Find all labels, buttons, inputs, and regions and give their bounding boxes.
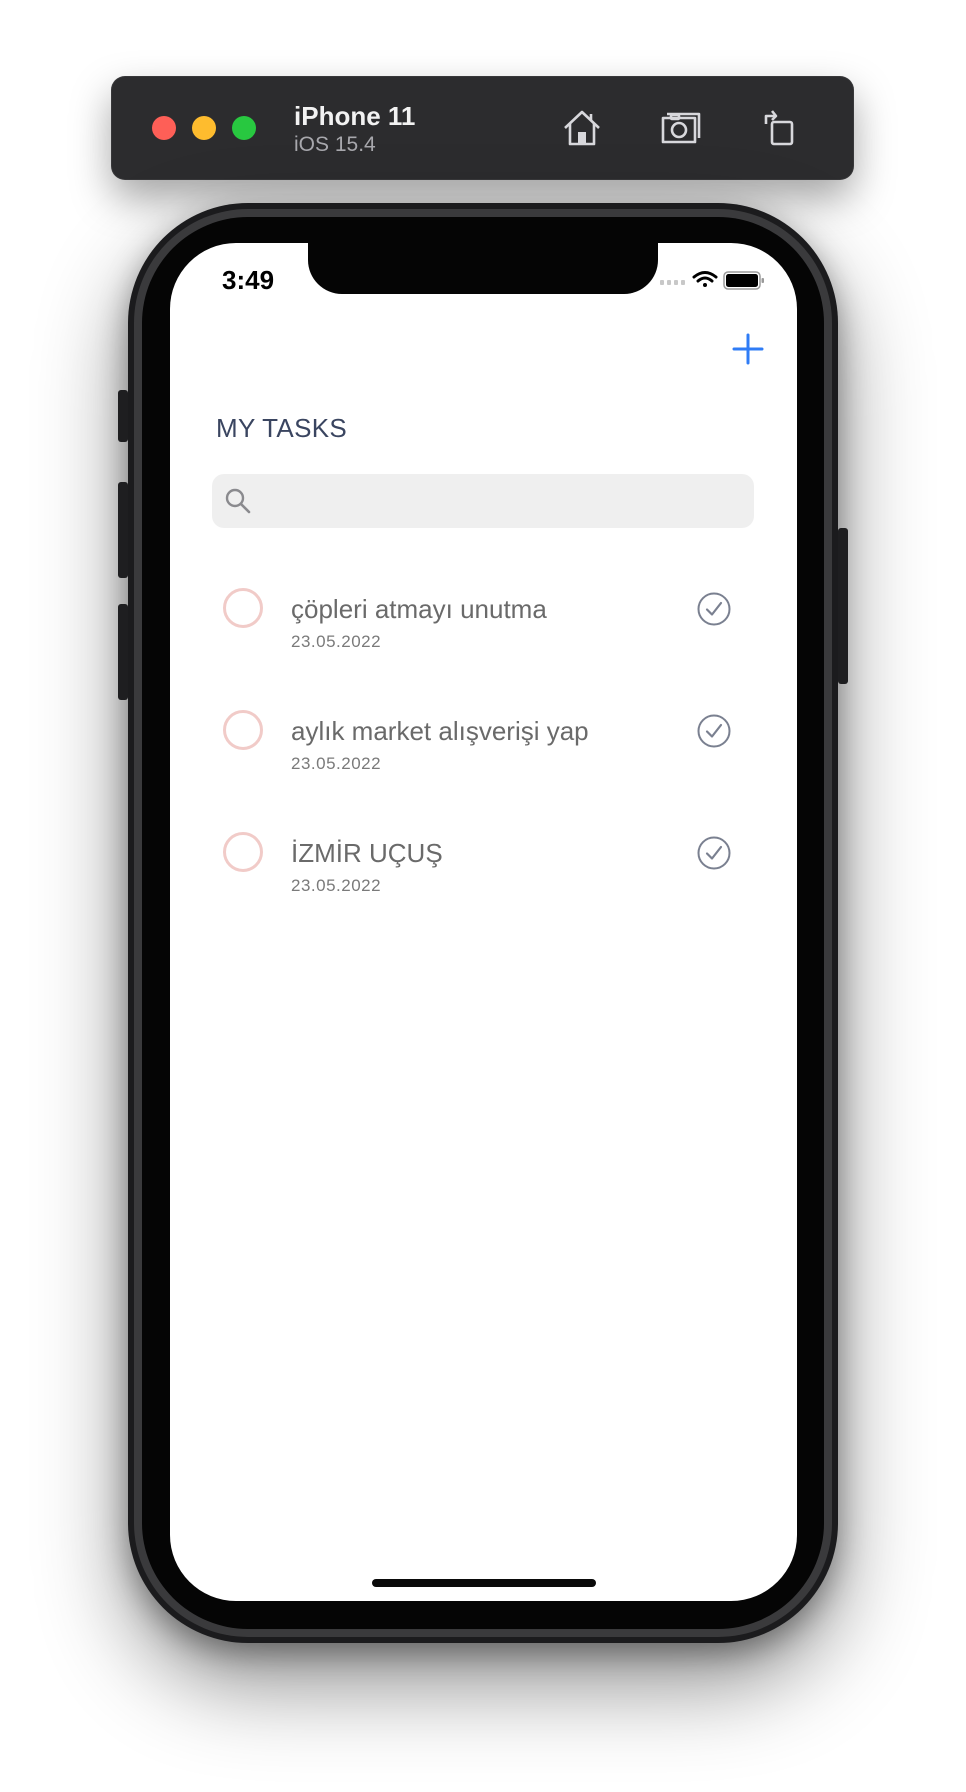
minimize-window-button[interactable] (192, 116, 216, 140)
simulator-toolbar: iPhone 11 iOS 15.4 (111, 76, 854, 180)
task-row[interactable]: aylık market alışverişi yap 23.05.2022 (170, 710, 797, 810)
task-title: çöpleri atmayı unutma (291, 594, 547, 624)
task-row[interactable]: çöpleri atmayı unutma 23.05.2022 (170, 588, 797, 688)
search-input[interactable] (262, 474, 744, 530)
volume-down-button (118, 604, 128, 700)
checkmark-circle-icon (697, 592, 731, 626)
ring-switch (118, 390, 128, 442)
task-date: 23.05.2022 (291, 632, 382, 651)
home-indicator[interactable] (372, 1579, 596, 1587)
checkmark-circle-icon (697, 836, 731, 870)
task-status-circle[interactable] (223, 710, 263, 750)
task-title: aylık market alışverişi yap (291, 716, 589, 746)
screenshot-icon[interactable] (657, 104, 705, 152)
rotate-icon[interactable] (756, 104, 804, 152)
status-icons (660, 269, 780, 291)
plus-icon (732, 333, 764, 365)
task-date: 23.05.2022 (291, 876, 382, 895)
battery-icon (723, 271, 764, 290)
phone-screen: 3:49 MY TASKS çöpleri atmayı unutma 23.0… (170, 243, 797, 1601)
wifi-icon (692, 271, 718, 287)
task-status-circle[interactable] (223, 588, 263, 628)
page-title: MY TASKS (216, 413, 348, 443)
task-date: 23.05.2022 (291, 754, 382, 773)
complete-task-button[interactable] (696, 713, 732, 749)
task-row[interactable]: İZMİR UÇUŞ 23.05.2022 (170, 832, 797, 932)
home-icon[interactable] (558, 104, 606, 152)
power-button (838, 528, 848, 684)
task-title: İZMİR UÇUŞ (291, 838, 443, 868)
zoom-window-button[interactable] (232, 116, 256, 140)
notch (308, 243, 658, 294)
device-name: iPhone 11 (294, 101, 416, 131)
status-time: 3:49 (222, 265, 275, 295)
volume-up-button (118, 482, 128, 578)
search-bar[interactable] (212, 474, 754, 530)
complete-task-button[interactable] (696, 835, 732, 871)
checkmark-circle-icon (697, 714, 731, 748)
search-icon (225, 488, 251, 514)
task-status-circle[interactable] (223, 832, 263, 872)
os-version: iOS 15.4 (294, 133, 376, 156)
add-task-button[interactable] (730, 331, 766, 367)
cellular-icon (660, 280, 685, 285)
close-window-button[interactable] (152, 116, 176, 140)
complete-task-button[interactable] (696, 591, 732, 627)
